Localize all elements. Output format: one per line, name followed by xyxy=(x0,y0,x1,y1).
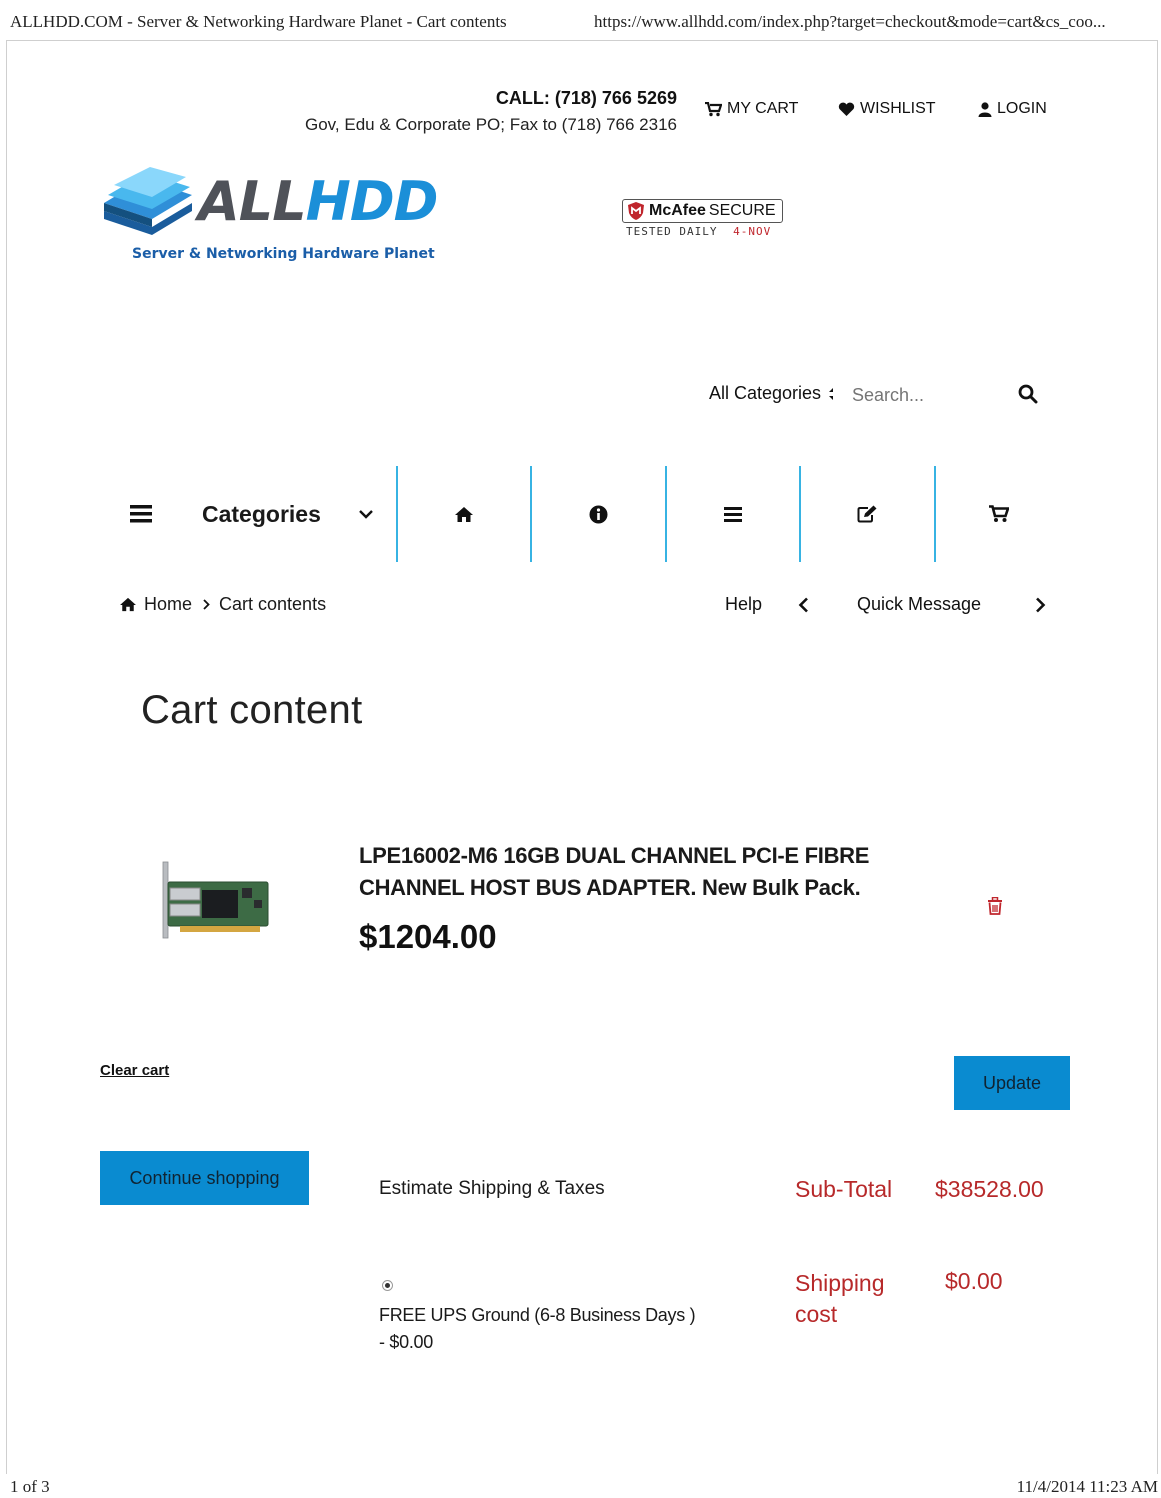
mcafee-brand: McAfee xyxy=(649,202,706,219)
breadcrumb-current: Cart contents xyxy=(219,594,327,614)
nav-cart-button[interactable] xyxy=(936,495,1062,533)
product-name-line-1: LPE16002-M6 16GB DUAL CHANNEL PCI-E FIBR… xyxy=(359,843,870,868)
next-arrow-button[interactable] xyxy=(1035,597,1046,618)
logo-disk-stack-icon xyxy=(104,167,192,235)
mcafee-shield-icon xyxy=(628,202,644,220)
estimate-shipping-link[interactable]: Estimate Shipping & Taxes xyxy=(379,1178,605,1200)
mcafee-tested-text: TESTED DAILY xyxy=(626,225,718,238)
nav-edit-button[interactable] xyxy=(801,495,934,533)
wishlist-link[interactable]: WISHLIST xyxy=(838,100,936,118)
categories-menu-toggle[interactable]: Categories xyxy=(130,495,380,533)
category-select-label: All Categories xyxy=(709,383,822,403)
nav-home-button[interactable] xyxy=(398,495,530,533)
nav-info-button[interactable] xyxy=(532,495,665,533)
breadcrumb-home-label: Home xyxy=(144,594,193,614)
nav-list-button[interactable] xyxy=(667,495,799,533)
radio-selected-dot xyxy=(385,1283,390,1288)
search-input[interactable] xyxy=(850,380,1014,410)
prev-arrow-button[interactable] xyxy=(798,597,809,618)
search-button[interactable] xyxy=(1018,384,1038,409)
shipping-cost-value: $0.00 xyxy=(945,1268,1003,1294)
site-logo[interactable]: ALLHDD Server & Networking Hardware Plan… xyxy=(100,165,450,265)
user-icon xyxy=(978,101,992,117)
call-number: CALL: (718) 766 5269 xyxy=(495,88,677,108)
mcafee-secure-badge[interactable]: McAfee SECURE TESTED DAILY 4-NOV xyxy=(622,199,783,238)
mcafee-secure-text: SECURE xyxy=(708,202,776,219)
hba-card-image xyxy=(162,861,269,939)
breadcrumb-home-link[interactable]: Home xyxy=(119,594,192,615)
shipping-option-radio[interactable] xyxy=(382,1280,393,1291)
select-arrows-icon xyxy=(829,387,834,400)
info-icon xyxy=(589,505,608,523)
fax-info: Gov, Edu & Corporate PO; Fax to (718) 76… xyxy=(305,115,677,134)
shipping-option-label: FREE UPS Ground (6-8 Business Days ) - $… xyxy=(379,1302,696,1356)
print-footer-datetime: 11/4/2014 11:23 AM xyxy=(1016,1477,1158,1496)
quick-message-link[interactable]: Quick Message xyxy=(857,594,981,615)
hamburger-icon xyxy=(130,505,152,523)
home-icon xyxy=(455,506,473,522)
shipping-cost-label-line-1: Shipping xyxy=(795,1270,885,1296)
chevron-right-icon xyxy=(1036,597,1046,613)
trash-icon xyxy=(988,896,1002,915)
product-name-link[interactable]: LPE16002-M6 16GB DUAL CHANNEL PCI-E FIBR… xyxy=(359,840,869,904)
subtotal-value: $38528.00 xyxy=(935,1176,1044,1202)
product-name-line-2: CHANNEL HOST BUS ADAPTER. New Bulk Pack. xyxy=(359,875,861,900)
shipping-option-line-2: - $0.00 xyxy=(379,1332,433,1352)
page-title: Cart content xyxy=(141,688,363,732)
chevron-right-icon xyxy=(203,599,210,610)
edit-icon xyxy=(857,505,877,523)
clear-cart-link[interactable]: Clear cart xyxy=(100,1062,169,1079)
search-icon xyxy=(1018,384,1038,404)
remove-item-button[interactable] xyxy=(987,896,1003,920)
chevron-down-icon xyxy=(359,509,373,519)
logo-text-hdd: HDD xyxy=(305,170,439,233)
update-button[interactable]: Update xyxy=(954,1056,1070,1110)
logo-tagline: Server & Networking Hardware Planet xyxy=(132,246,435,262)
shipping-cost-label-line-2: cost xyxy=(795,1301,838,1327)
breadcrumb: Home Cart contents xyxy=(119,594,326,615)
login-link[interactable]: LOGIN xyxy=(978,100,1047,118)
logo-text-all: ALL xyxy=(198,170,307,233)
my-cart-label: MY CART xyxy=(727,100,799,117)
shipping-cost-label: Shipping cost xyxy=(795,1268,885,1330)
continue-shopping-button[interactable]: Continue shopping xyxy=(100,1151,309,1205)
category-select[interactable]: All Categories xyxy=(709,383,835,404)
mcafee-date: 4-NOV xyxy=(733,225,772,238)
print-header-title: ALLHDD.COM - Server & Networking Hardwar… xyxy=(10,12,507,31)
cart-icon xyxy=(989,505,1009,522)
print-header-url: https://www.allhdd.com/index.php?target=… xyxy=(594,12,1106,31)
subtotal-label: Sub-Total xyxy=(795,1176,893,1202)
heart-icon xyxy=(838,102,855,116)
shipping-option-line-1: FREE UPS Ground (6-8 Business Days ) xyxy=(379,1305,696,1325)
product-image[interactable] xyxy=(160,858,272,942)
cart-icon xyxy=(705,101,722,116)
list-icon xyxy=(724,506,742,522)
help-link[interactable]: Help xyxy=(725,594,762,615)
product-price: $1204.00 xyxy=(359,918,497,955)
my-cart-link[interactable]: MY CART xyxy=(705,100,798,118)
chevron-left-icon xyxy=(798,597,808,613)
print-footer-page: 1 of 3 xyxy=(10,1477,50,1496)
categories-label: Categories xyxy=(202,500,321,527)
wishlist-label: WISHLIST xyxy=(860,100,936,117)
login-label: LOGIN xyxy=(997,100,1047,117)
home-icon xyxy=(120,597,136,612)
